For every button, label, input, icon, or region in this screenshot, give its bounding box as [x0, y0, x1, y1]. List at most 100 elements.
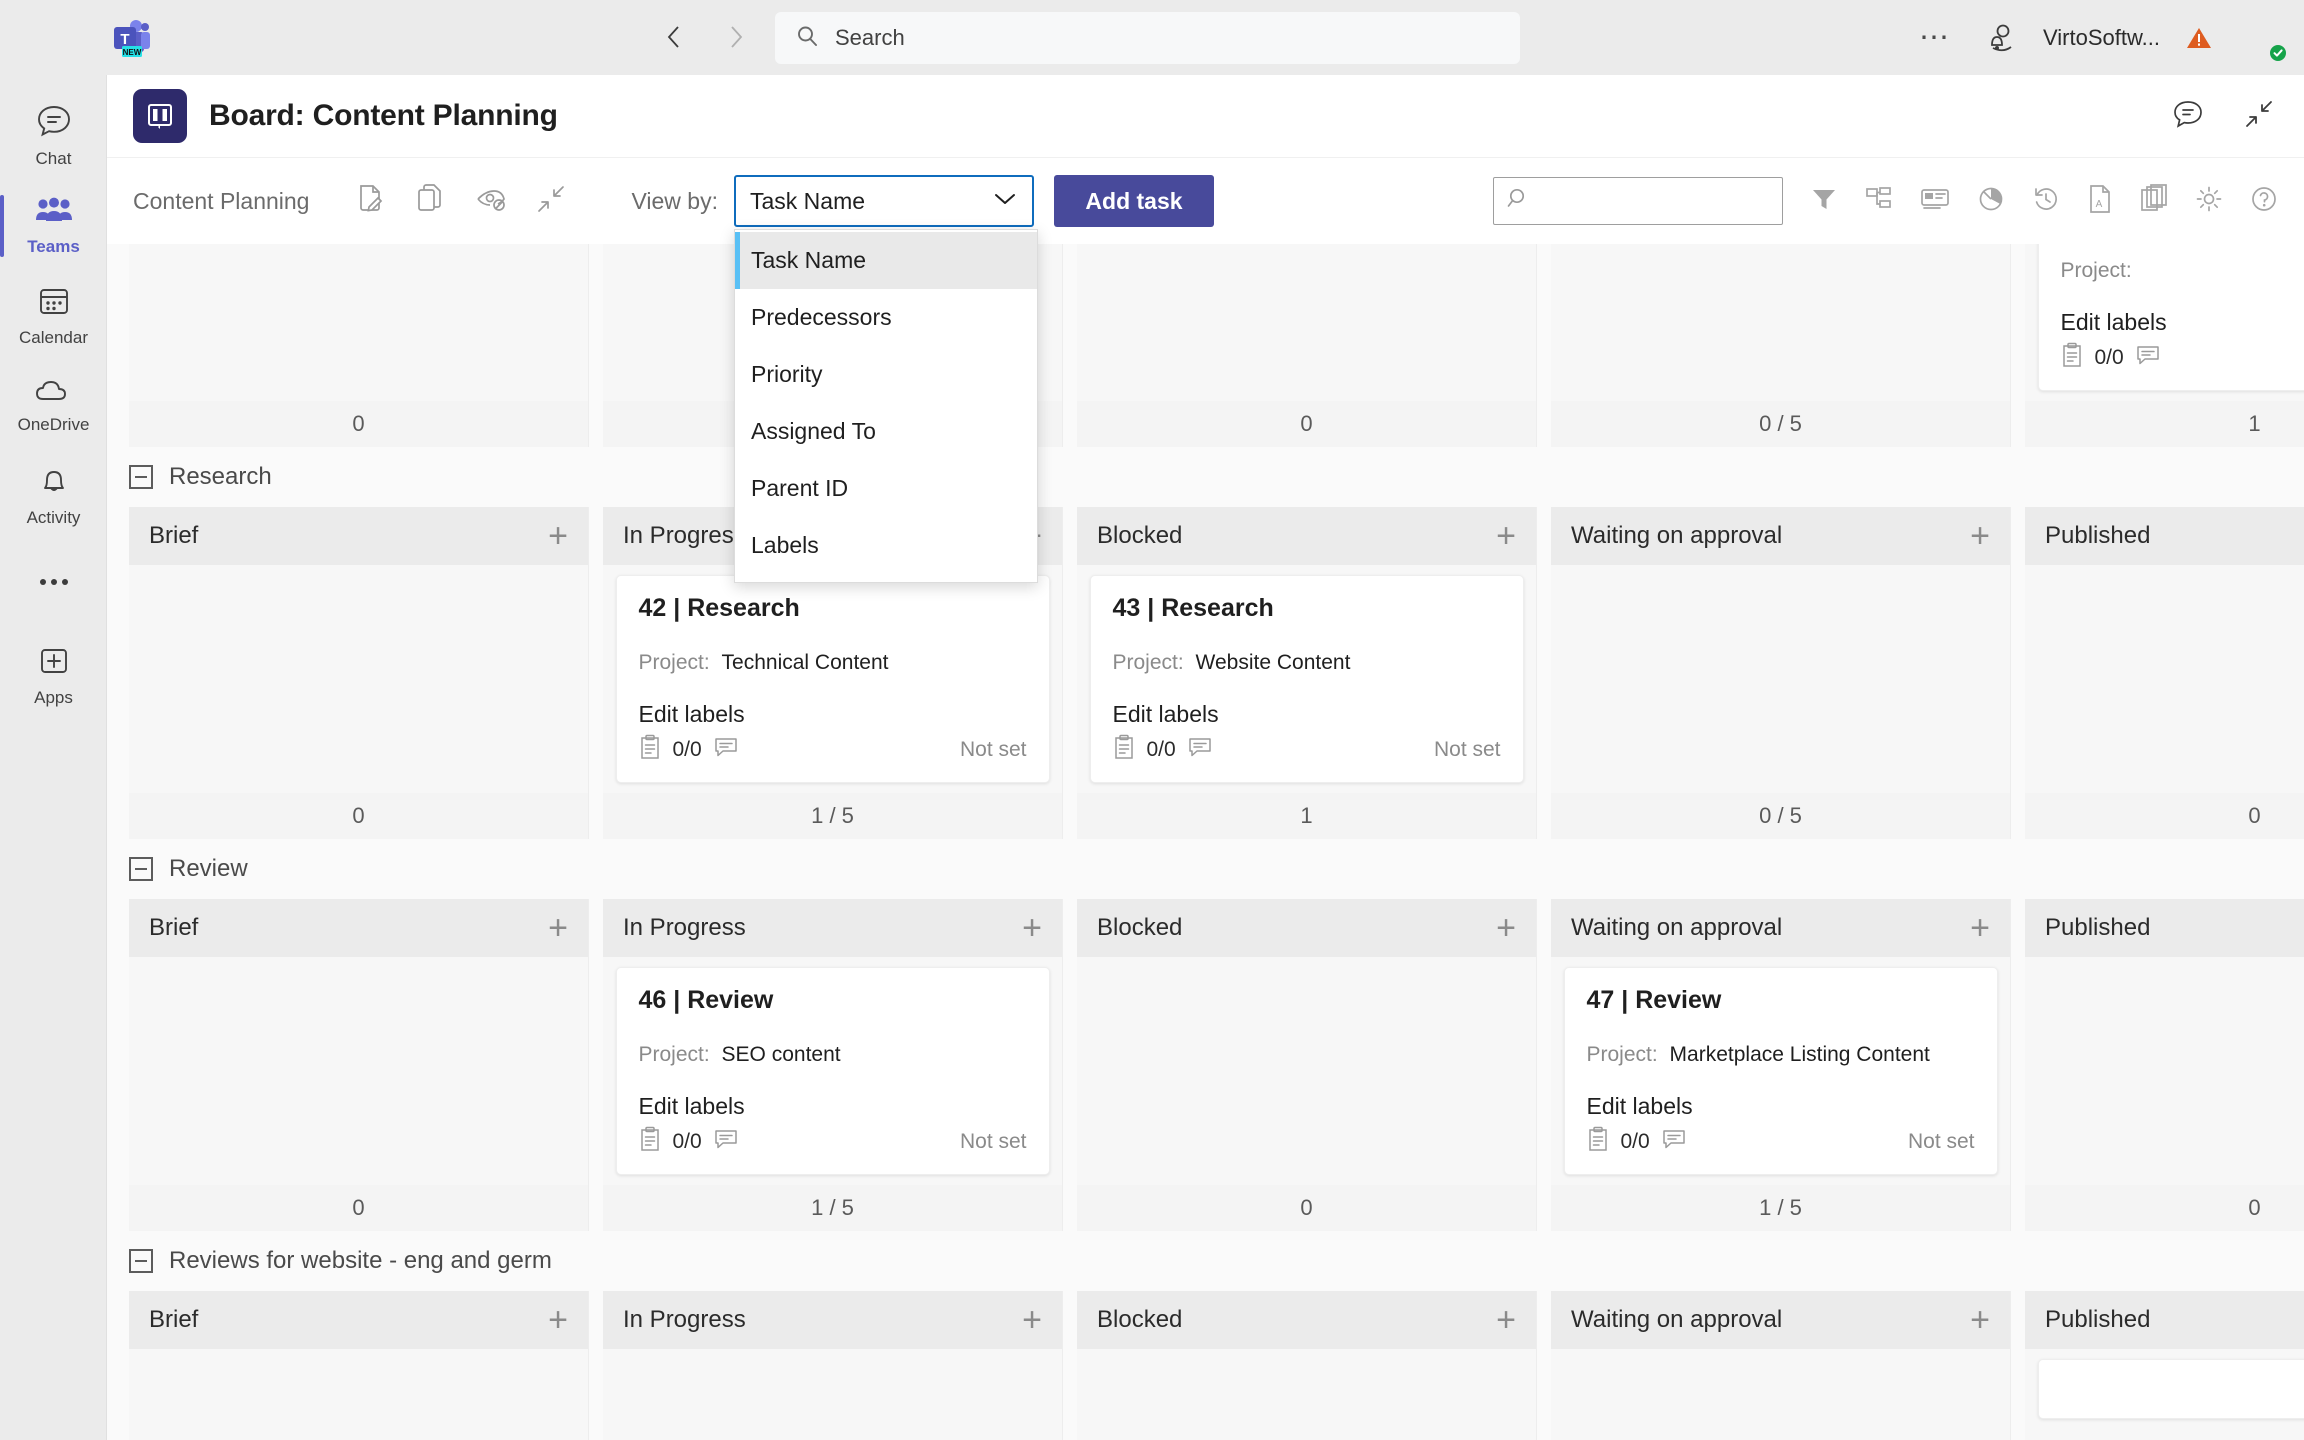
column-body[interactable]: [1551, 1349, 2010, 1440]
column-body[interactable]: [1551, 244, 2010, 401]
hierarchy-icon[interactable]: [1865, 185, 1893, 218]
sidebar-item-apps[interactable]: Apps: [0, 631, 107, 721]
task-card-partial[interactable]: [2037, 1359, 2304, 1419]
swimlane-columns: Brief + 0 In Progress + Block: [107, 244, 2304, 447]
chat-bubble-icon[interactable]: [2172, 99, 2204, 134]
plus-icon[interactable]: +: [1022, 911, 1042, 945]
organization-name[interactable]: VirtoSoftw...: [2043, 25, 2160, 51]
plus-icon[interactable]: +: [1022, 1303, 1042, 1337]
column-body[interactable]: [1077, 1349, 1536, 1440]
view-by-select[interactable]: Task Name Task Name Predecessors Priorit…: [733, 175, 1038, 583]
global-search-box[interactable]: Search: [775, 12, 1520, 64]
checklist-count: 0/0: [1146, 738, 1176, 761]
collapse-toggle-icon[interactable]: [129, 1249, 153, 1273]
filter-icon[interactable]: [1810, 185, 1838, 218]
plus-icon[interactable]: +: [1496, 1303, 1516, 1337]
column-body[interactable]: [2025, 1349, 2304, 1440]
person-notification-icon[interactable]: [1983, 21, 2017, 55]
column-body[interactable]: Project: Edit labels 0/0: [2025, 244, 2304, 401]
view-by-option-task-name[interactable]: Task Name: [734, 232, 1037, 289]
plus-icon[interactable]: +: [1970, 1303, 1990, 1337]
task-card[interactable]: 46 | Review Project: SEO content Edit la…: [615, 967, 1050, 1175]
column-body[interactable]: 43 | Research Project: Website Content E…: [1077, 565, 1536, 793]
sidebar-item-teams[interactable]: Teams: [0, 181, 107, 271]
chevron-right-icon[interactable]: [722, 22, 750, 52]
teams-logo-icon[interactable]: T NEW: [110, 16, 154, 60]
sidebar-item-calendar[interactable]: Calendar: [0, 271, 107, 361]
column-body[interactable]: [2025, 565, 2304, 793]
column-body[interactable]: [1077, 957, 1536, 1185]
view-by-option-labels[interactable]: Labels: [735, 517, 1037, 574]
column-body[interactable]: 46 | Review Project: SEO content Edit la…: [603, 957, 1062, 1185]
card-view-icon[interactable]: [1920, 186, 1950, 217]
column-body[interactable]: [129, 244, 588, 401]
plus-icon[interactable]: +: [548, 519, 568, 553]
column-brief: Brief + 0: [129, 507, 589, 839]
plus-icon[interactable]: +: [548, 911, 568, 945]
column-body[interactable]: [1077, 244, 1536, 401]
add-task-button[interactable]: Add task: [1053, 175, 1214, 227]
sidebar-item-chat[interactable]: Chat: [0, 91, 107, 181]
ellipsis-icon[interactable]: ⋯: [1913, 22, 1957, 52]
view-by-option-parent-id[interactable]: Parent ID: [735, 460, 1037, 517]
column-body[interactable]: 42 | Research Project: Technical Content…: [603, 565, 1062, 793]
column-footer-count: 1 / 5: [1551, 1185, 2010, 1231]
pdf-export-icon[interactable]: A: [2087, 184, 2113, 219]
warning-triangle-icon[interactable]: [2186, 26, 2212, 50]
column-body[interactable]: [603, 1349, 1062, 1440]
collapse-toggle-icon[interactable]: [129, 857, 153, 881]
task-card[interactable]: 42 | Research Project: Technical Content…: [615, 575, 1050, 783]
task-card[interactable]: Project: Edit labels 0/0: [2037, 244, 2304, 391]
help-icon[interactable]: [2250, 185, 2278, 218]
pie-chart-icon[interactable]: [1977, 185, 2005, 218]
column-title: In Progress: [623, 914, 746, 941]
edit-labels-link[interactable]: Edit labels: [639, 701, 1027, 728]
column-body[interactable]: [129, 565, 588, 793]
plus-box-icon: [38, 645, 70, 682]
gear-icon[interactable]: [2195, 185, 2223, 218]
sidebar-item-more[interactable]: [0, 541, 107, 631]
swimlane-header: Reviews for website - eng and germ: [107, 1231, 2304, 1291]
edit-labels-link[interactable]: Edit labels: [1587, 1093, 1975, 1120]
duplicate-icon[interactable]: [2140, 183, 2168, 219]
task-card[interactable]: 43 | Research Project: Website Content E…: [1089, 575, 1524, 783]
plus-icon[interactable]: +: [1970, 911, 1990, 945]
edit-document-icon[interactable]: [355, 183, 385, 220]
view-by-option-priority[interactable]: Priority: [735, 346, 1037, 403]
edit-labels-link[interactable]: Edit labels: [2061, 309, 2304, 336]
column-waiting-on-approval: Waiting on approval + 47 | Review Projec…: [1551, 899, 2011, 1231]
column-body[interactable]: [129, 957, 588, 1185]
history-icon[interactable]: [2032, 185, 2060, 218]
chevron-left-icon[interactable]: [660, 22, 688, 52]
swimlane-columns: Brief + 0 In Progress + 46 | Review Proj…: [107, 899, 2304, 1231]
column-body[interactable]: 47 | Review Project: Marketplace Listing…: [1551, 957, 2010, 1185]
column-footer-count: 0 / 5: [1551, 401, 2010, 447]
board-search-input[interactable]: [1493, 177, 1783, 225]
view-by-option-assigned-to[interactable]: Assigned To: [735, 403, 1037, 460]
plus-icon[interactable]: +: [1970, 519, 1990, 553]
view-by-option-predecessors[interactable]: Predecessors: [735, 289, 1037, 346]
column-body[interactable]: [2025, 957, 2304, 1185]
column-body[interactable]: [1551, 565, 2010, 793]
plus-icon[interactable]: +: [1496, 911, 1516, 945]
collapse-toggle-icon[interactable]: [129, 465, 153, 489]
breadcrumb[interactable]: Content Planning: [133, 188, 309, 215]
sidebar-item-onedrive[interactable]: OneDrive: [0, 361, 107, 451]
plus-icon[interactable]: +: [548, 1303, 568, 1337]
column-body[interactable]: [129, 1349, 588, 1440]
checklist-icon: [2061, 342, 2083, 374]
avatar[interactable]: [2240, 15, 2288, 63]
plus-icon[interactable]: +: [1496, 519, 1516, 553]
copy-document-icon[interactable]: [415, 183, 445, 220]
task-card-meta: 0/0 Not set: [1113, 734, 1501, 766]
view-by-dropdown-menu[interactable]: Task Name Predecessors Priority Assigned…: [733, 229, 1038, 583]
task-card[interactable]: 47 | Review Project: Marketplace Listing…: [1563, 967, 1998, 1175]
collapse-diagonal-icon[interactable]: [537, 185, 565, 218]
cloud-icon: [35, 378, 73, 409]
edit-labels-link[interactable]: Edit labels: [1113, 701, 1501, 728]
checklist-icon: [1113, 734, 1135, 766]
collapse-arrows-icon[interactable]: [2244, 99, 2274, 134]
hide-preview-icon[interactable]: [475, 185, 507, 218]
sidebar-item-activity[interactable]: Activity: [0, 451, 107, 541]
edit-labels-link[interactable]: Edit labels: [639, 1093, 1027, 1120]
